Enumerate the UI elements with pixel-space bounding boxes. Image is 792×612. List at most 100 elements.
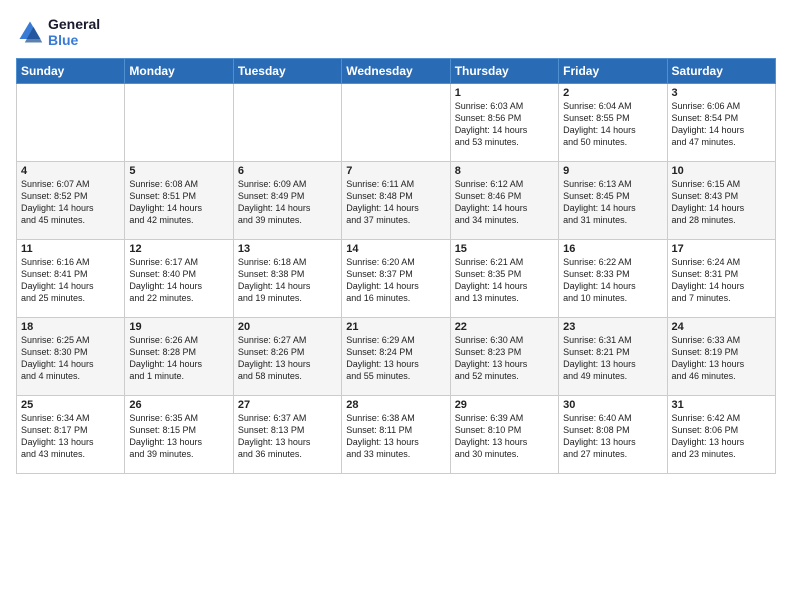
cell-text: Sunrise: 6:18 AM Sunset: 8:38 PM Dayligh… (238, 256, 337, 305)
calendar-cell: 21Sunrise: 6:29 AM Sunset: 8:24 PM Dayli… (342, 318, 450, 396)
calendar-cell: 15Sunrise: 6:21 AM Sunset: 8:35 PM Dayli… (450, 240, 558, 318)
cell-text: Sunrise: 6:40 AM Sunset: 8:08 PM Dayligh… (563, 412, 662, 461)
calendar-cell: 12Sunrise: 6:17 AM Sunset: 8:40 PM Dayli… (125, 240, 233, 318)
header-row-days: SundayMondayTuesdayWednesdayThursdayFrid… (17, 59, 776, 84)
day-number: 26 (129, 399, 228, 411)
day-number: 2 (563, 87, 662, 99)
cell-text: Sunrise: 6:37 AM Sunset: 8:13 PM Dayligh… (238, 412, 337, 461)
day-number: 10 (672, 165, 771, 177)
cell-text: Sunrise: 6:09 AM Sunset: 8:49 PM Dayligh… (238, 178, 337, 227)
cell-text: Sunrise: 6:21 AM Sunset: 8:35 PM Dayligh… (455, 256, 554, 305)
cell-text: Sunrise: 6:25 AM Sunset: 8:30 PM Dayligh… (21, 334, 120, 383)
day-number: 8 (455, 165, 554, 177)
calendar-cell: 29Sunrise: 6:39 AM Sunset: 8:10 PM Dayli… (450, 396, 558, 474)
header-wednesday: Wednesday (342, 59, 450, 84)
cell-text: Sunrise: 6:35 AM Sunset: 8:15 PM Dayligh… (129, 412, 228, 461)
day-number: 17 (672, 243, 771, 255)
calendar-cell (342, 84, 450, 162)
calendar-cell: 6Sunrise: 6:09 AM Sunset: 8:49 PM Daylig… (233, 162, 341, 240)
calendar-cell: 5Sunrise: 6:08 AM Sunset: 8:51 PM Daylig… (125, 162, 233, 240)
cell-text: Sunrise: 6:04 AM Sunset: 8:55 PM Dayligh… (563, 100, 662, 149)
cell-text: Sunrise: 6:26 AM Sunset: 8:28 PM Dayligh… (129, 334, 228, 383)
calendar-cell: 24Sunrise: 6:33 AM Sunset: 8:19 PM Dayli… (667, 318, 775, 396)
day-number: 14 (346, 243, 445, 255)
day-number: 28 (346, 399, 445, 411)
day-number: 4 (21, 165, 120, 177)
day-number: 21 (346, 321, 445, 333)
header-thursday: Thursday (450, 59, 558, 84)
cell-text: Sunrise: 6:12 AM Sunset: 8:46 PM Dayligh… (455, 178, 554, 227)
calendar-cell: 19Sunrise: 6:26 AM Sunset: 8:28 PM Dayli… (125, 318, 233, 396)
cell-text: Sunrise: 6:24 AM Sunset: 8:31 PM Dayligh… (672, 256, 771, 305)
logo-icon (16, 18, 44, 46)
calendar-cell: 1Sunrise: 6:03 AM Sunset: 8:56 PM Daylig… (450, 84, 558, 162)
calendar-cell: 2Sunrise: 6:04 AM Sunset: 8:55 PM Daylig… (559, 84, 667, 162)
calendar-cell: 17Sunrise: 6:24 AM Sunset: 8:31 PM Dayli… (667, 240, 775, 318)
calendar-cell: 10Sunrise: 6:15 AM Sunset: 8:43 PM Dayli… (667, 162, 775, 240)
cell-text: Sunrise: 6:39 AM Sunset: 8:10 PM Dayligh… (455, 412, 554, 461)
day-number: 16 (563, 243, 662, 255)
header-sunday: Sunday (17, 59, 125, 84)
cell-text: Sunrise: 6:08 AM Sunset: 8:51 PM Dayligh… (129, 178, 228, 227)
week-row-1: 1Sunrise: 6:03 AM Sunset: 8:56 PM Daylig… (17, 84, 776, 162)
day-number: 30 (563, 399, 662, 411)
cell-text: Sunrise: 6:07 AM Sunset: 8:52 PM Dayligh… (21, 178, 120, 227)
header-friday: Friday (559, 59, 667, 84)
cell-text: Sunrise: 6:16 AM Sunset: 8:41 PM Dayligh… (21, 256, 120, 305)
cell-text: Sunrise: 6:38 AM Sunset: 8:11 PM Dayligh… (346, 412, 445, 461)
cell-text: Sunrise: 6:06 AM Sunset: 8:54 PM Dayligh… (672, 100, 771, 149)
day-number: 12 (129, 243, 228, 255)
day-number: 29 (455, 399, 554, 411)
calendar-cell (233, 84, 341, 162)
cell-text: Sunrise: 6:17 AM Sunset: 8:40 PM Dayligh… (129, 256, 228, 305)
calendar-cell: 14Sunrise: 6:20 AM Sunset: 8:37 PM Dayli… (342, 240, 450, 318)
calendar-cell: 22Sunrise: 6:30 AM Sunset: 8:23 PM Dayli… (450, 318, 558, 396)
calendar-cell: 13Sunrise: 6:18 AM Sunset: 8:38 PM Dayli… (233, 240, 341, 318)
cell-text: Sunrise: 6:27 AM Sunset: 8:26 PM Dayligh… (238, 334, 337, 383)
calendar-cell: 20Sunrise: 6:27 AM Sunset: 8:26 PM Dayli… (233, 318, 341, 396)
day-number: 18 (21, 321, 120, 333)
day-number: 5 (129, 165, 228, 177)
header-tuesday: Tuesday (233, 59, 341, 84)
cell-text: Sunrise: 6:22 AM Sunset: 8:33 PM Dayligh… (563, 256, 662, 305)
day-number: 1 (455, 87, 554, 99)
cell-text: Sunrise: 6:31 AM Sunset: 8:21 PM Dayligh… (563, 334, 662, 383)
cell-text: Sunrise: 6:20 AM Sunset: 8:37 PM Dayligh… (346, 256, 445, 305)
calendar-cell: 7Sunrise: 6:11 AM Sunset: 8:48 PM Daylig… (342, 162, 450, 240)
week-row-3: 11Sunrise: 6:16 AM Sunset: 8:41 PM Dayli… (17, 240, 776, 318)
cell-text: Sunrise: 6:30 AM Sunset: 8:23 PM Dayligh… (455, 334, 554, 383)
cell-text: Sunrise: 6:03 AM Sunset: 8:56 PM Dayligh… (455, 100, 554, 149)
day-number: 27 (238, 399, 337, 411)
calendar-cell: 25Sunrise: 6:34 AM Sunset: 8:17 PM Dayli… (17, 396, 125, 474)
calendar-cell: 4Sunrise: 6:07 AM Sunset: 8:52 PM Daylig… (17, 162, 125, 240)
day-number: 11 (21, 243, 120, 255)
page: General Blue SundayMondayTuesdayWednesda… (0, 0, 792, 484)
calendar-cell: 8Sunrise: 6:12 AM Sunset: 8:46 PM Daylig… (450, 162, 558, 240)
header-saturday: Saturday (667, 59, 775, 84)
calendar-cell (17, 84, 125, 162)
calendar-cell: 16Sunrise: 6:22 AM Sunset: 8:33 PM Dayli… (559, 240, 667, 318)
logo-text: General Blue (48, 16, 100, 48)
cell-text: Sunrise: 6:33 AM Sunset: 8:19 PM Dayligh… (672, 334, 771, 383)
header-monday: Monday (125, 59, 233, 84)
cell-text: Sunrise: 6:11 AM Sunset: 8:48 PM Dayligh… (346, 178, 445, 227)
calendar-table: SundayMondayTuesdayWednesdayThursdayFrid… (16, 58, 776, 474)
calendar-cell: 18Sunrise: 6:25 AM Sunset: 8:30 PM Dayli… (17, 318, 125, 396)
calendar-cell: 3Sunrise: 6:06 AM Sunset: 8:54 PM Daylig… (667, 84, 775, 162)
calendar-cell: 11Sunrise: 6:16 AM Sunset: 8:41 PM Dayli… (17, 240, 125, 318)
cell-text: Sunrise: 6:29 AM Sunset: 8:24 PM Dayligh… (346, 334, 445, 383)
calendar-cell: 28Sunrise: 6:38 AM Sunset: 8:11 PM Dayli… (342, 396, 450, 474)
calendar-cell: 31Sunrise: 6:42 AM Sunset: 8:06 PM Dayli… (667, 396, 775, 474)
day-number: 13 (238, 243, 337, 255)
week-row-2: 4Sunrise: 6:07 AM Sunset: 8:52 PM Daylig… (17, 162, 776, 240)
day-number: 24 (672, 321, 771, 333)
week-row-4: 18Sunrise: 6:25 AM Sunset: 8:30 PM Dayli… (17, 318, 776, 396)
cell-text: Sunrise: 6:13 AM Sunset: 8:45 PM Dayligh… (563, 178, 662, 227)
cell-text: Sunrise: 6:42 AM Sunset: 8:06 PM Dayligh… (672, 412, 771, 461)
day-number: 19 (129, 321, 228, 333)
day-number: 23 (563, 321, 662, 333)
logo: General Blue (16, 16, 100, 48)
calendar-cell: 30Sunrise: 6:40 AM Sunset: 8:08 PM Dayli… (559, 396, 667, 474)
day-number: 22 (455, 321, 554, 333)
calendar-cell: 27Sunrise: 6:37 AM Sunset: 8:13 PM Dayli… (233, 396, 341, 474)
